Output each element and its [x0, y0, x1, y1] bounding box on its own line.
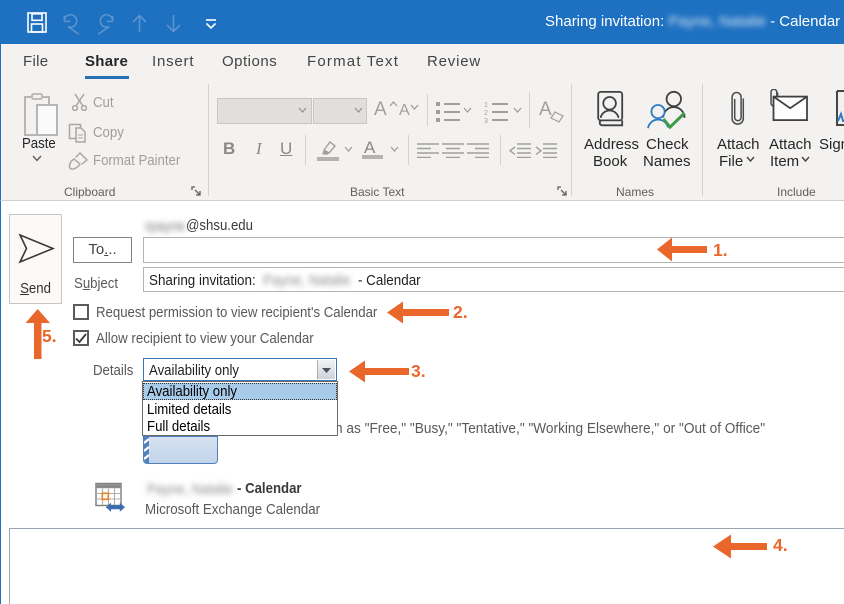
svg-text:2: 2	[484, 110, 488, 117]
svg-text:3: 3	[484, 118, 488, 123]
svg-text:1: 1	[484, 102, 488, 109]
